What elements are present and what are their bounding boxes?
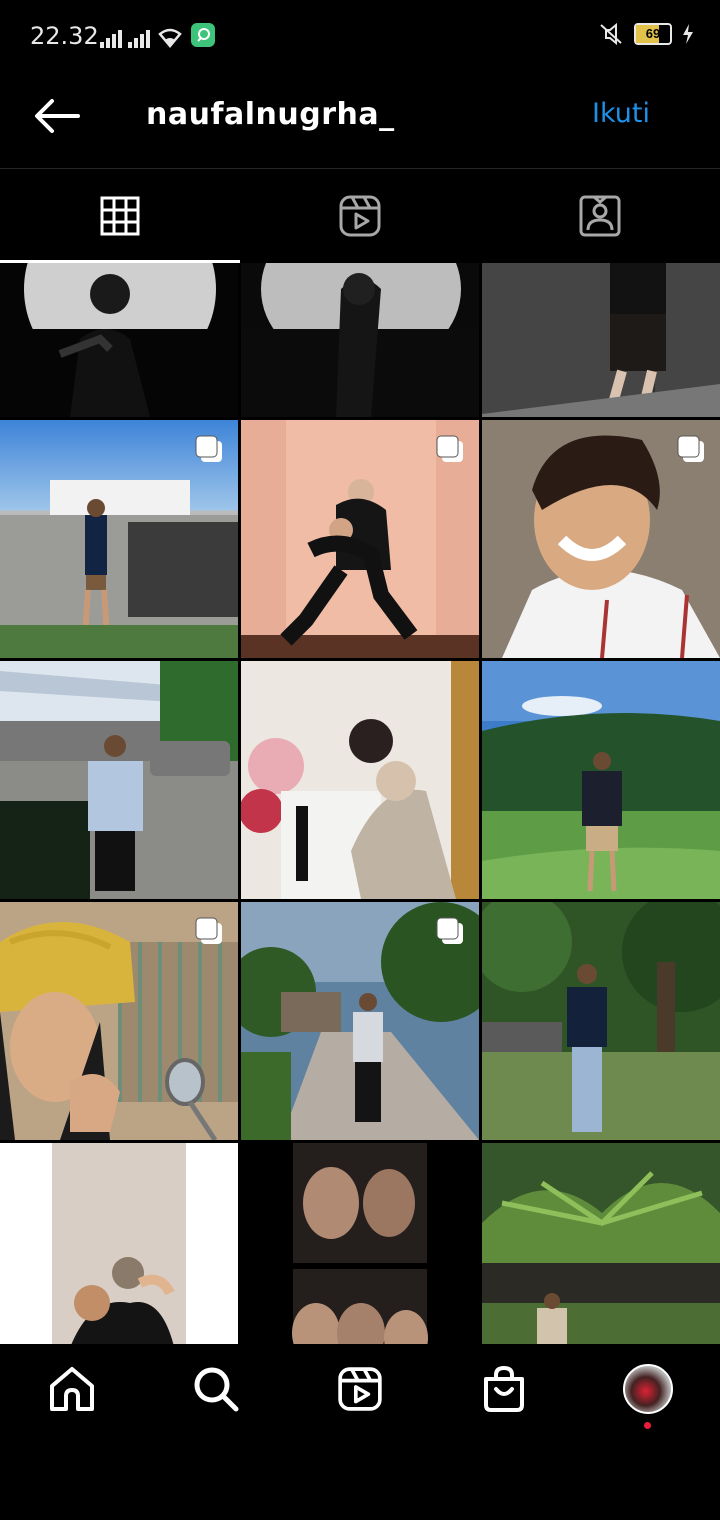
nav-reels[interactable] <box>335 1364 385 1414</box>
post-tile[interactable] <box>482 902 720 1140</box>
nav-shop[interactable] <box>479 1364 529 1414</box>
profile-header: naufalnugrha_ Ikuti <box>0 72 720 169</box>
search-icon <box>194 1367 239 1412</box>
post-tile[interactable] <box>0 1143 238 1344</box>
wifi-icon <box>158 28 182 48</box>
multiple-photos-icon <box>436 435 463 462</box>
post-tile[interactable] <box>0 902 238 1140</box>
notification-dot <box>644 1422 651 1429</box>
multiple-photos-icon <box>195 435 222 462</box>
post-tile[interactable] <box>241 1143 479 1344</box>
reels-icon <box>338 1367 382 1411</box>
post-tile[interactable] <box>241 902 479 1140</box>
multiple-photos-icon <box>677 435 704 462</box>
post-tile[interactable] <box>241 420 479 658</box>
post-tile[interactable] <box>482 263 720 417</box>
avatar <box>623 1364 673 1414</box>
tab-tagged[interactable] <box>480 169 720 263</box>
post-tile[interactable] <box>0 661 238 899</box>
post-tile[interactable] <box>0 420 238 658</box>
status-icons-right: 69 <box>598 22 694 46</box>
multiple-photos-icon <box>195 917 222 944</box>
post-tile[interactable] <box>482 1143 720 1344</box>
status-time: 22.32 <box>30 22 99 50</box>
arrow-left-icon[interactable] <box>32 96 80 136</box>
multiple-photos-icon <box>436 917 463 944</box>
battery-indicator: 69 <box>634 23 672 45</box>
home-icon <box>50 1367 94 1411</box>
signal-icon <box>100 28 122 48</box>
reels-icon <box>339 195 381 237</box>
post-tile[interactable] <box>241 661 479 899</box>
post-tile[interactable] <box>241 263 479 417</box>
battery-level: 69 <box>645 26 661 41</box>
nav-search[interactable] <box>191 1364 241 1414</box>
post-tile[interactable] <box>482 420 720 658</box>
charging-icon <box>683 24 693 44</box>
bottom-navigation <box>0 1344 720 1434</box>
follow-button[interactable]: Ikuti <box>592 98 650 129</box>
post-tile[interactable] <box>482 661 720 899</box>
tagged-person-icon <box>579 195 621 237</box>
status-icons-left <box>100 23 216 48</box>
posts-grid <box>0 263 720 1344</box>
app-notification-icon <box>191 23 215 47</box>
nav-home[interactable] <box>47 1364 97 1414</box>
post-tile[interactable] <box>0 263 238 417</box>
mute-icon <box>600 22 622 46</box>
profile-tabs <box>0 169 720 263</box>
nav-profile[interactable] <box>623 1364 673 1414</box>
tab-reels[interactable] <box>240 169 480 263</box>
signal-icon-2 <box>128 28 150 48</box>
status-bar: 22.32 69 <box>0 0 720 72</box>
grid-icon <box>100 196 140 236</box>
tab-posts[interactable] <box>0 169 240 263</box>
profile-username: naufalnugrha_ <box>146 97 395 132</box>
shop-bag-icon <box>484 1365 524 1412</box>
